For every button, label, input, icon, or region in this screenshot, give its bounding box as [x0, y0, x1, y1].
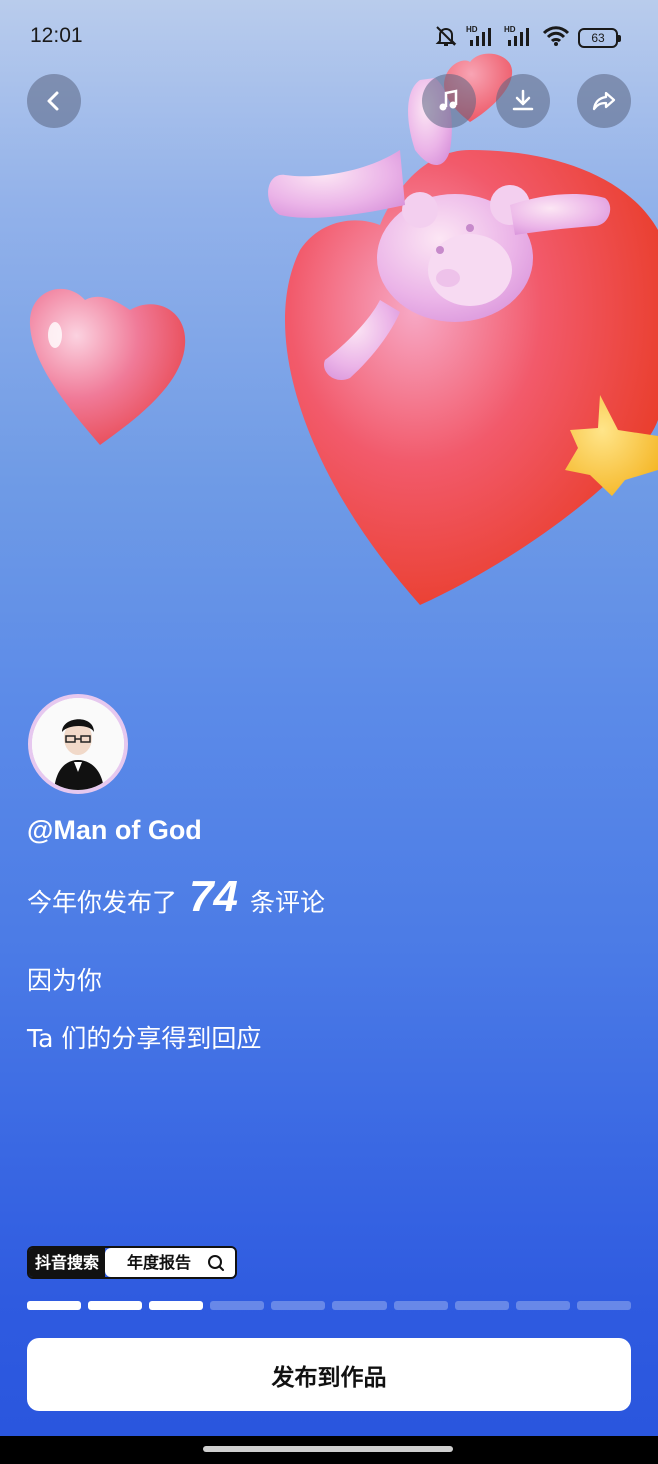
- status-time: 12:01: [30, 24, 83, 47]
- music-icon: [439, 89, 458, 111]
- search-brand: 抖音搜索: [29, 1248, 106, 1277]
- message-line2: 因为你: [27, 966, 103, 995]
- comment-count: 74: [189, 872, 238, 921]
- progress-segment: [149, 1301, 204, 1310]
- douyin-search-tag[interactable]: 抖音搜索 年度报告: [27, 1246, 238, 1279]
- progress-segment: [576, 1301, 631, 1310]
- hd-signal-icon: HD: [466, 24, 496, 52]
- status-icons: HD HD 63: [434, 24, 621, 52]
- progress-segment: [515, 1301, 570, 1310]
- progress-segment: [393, 1301, 448, 1310]
- search-icon: [208, 1254, 225, 1271]
- share-icon: [592, 91, 616, 111]
- avatar-image: [32, 698, 124, 790]
- progress-segment: [210, 1301, 265, 1310]
- publish-button[interactable]: 发布到作品: [27, 1338, 631, 1411]
- music-button[interactable]: [422, 74, 476, 128]
- mute-bell-icon: [434, 24, 458, 52]
- back-button[interactable]: [27, 74, 81, 128]
- back-icon: [47, 91, 59, 111]
- progress-segment: [271, 1301, 326, 1310]
- battery-icon: 63: [578, 28, 621, 48]
- search-query-text: 年度报告: [127, 1253, 192, 1272]
- avatar[interactable]: [28, 694, 128, 794]
- report-screen: 12:01 HD HD 63 @Man of God 今年你发布了 74 条评论…: [0, 0, 658, 1436]
- message-line3: Ta 们的分享得到回应: [27, 1024, 262, 1053]
- heart-illustration: [29, 53, 658, 605]
- line1-prefix: 今年你发布了: [27, 888, 178, 917]
- hd-signal-icon: HD: [504, 24, 534, 52]
- progress-segment: [454, 1301, 509, 1310]
- home-indicator[interactable]: [203, 1446, 453, 1452]
- comment-count-line: 今年你发布了 74 条评论: [27, 872, 325, 922]
- wifi-icon: [542, 25, 570, 51]
- svg-text:HD: HD: [466, 25, 478, 34]
- search-query: 年度报告: [105, 1248, 236, 1277]
- line1-suffix: 条评论: [249, 888, 325, 917]
- progress-segment: [88, 1301, 143, 1310]
- username[interactable]: @Man of God: [27, 815, 202, 846]
- svg-text:HD: HD: [504, 25, 516, 34]
- story-progress: [27, 1301, 631, 1310]
- download-icon: [512, 89, 534, 111]
- download-button[interactable]: [496, 74, 550, 128]
- progress-segment: [27, 1301, 82, 1310]
- progress-segment: [332, 1301, 387, 1310]
- share-button[interactable]: [577, 74, 631, 128]
